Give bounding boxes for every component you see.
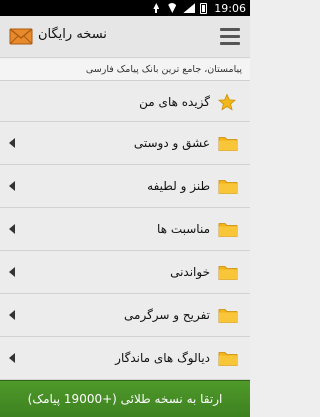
battery-icon [200,2,208,14]
list-item[interactable]: تفریح و سرگرمی [0,294,250,337]
folder-icon [218,221,238,238]
list-item-label: مناسبت ها [157,222,210,236]
app-subtitle: پیامستان، جامع ترین بانک پیامک فارسی [0,59,250,81]
category-list: گزیده های من عشق و دوستی طنز و لطیفه مناسبت… [0,82,250,380]
envelope-icon [9,28,33,45]
chevron-left-icon [9,181,15,191]
list-item-label: تفریح و سرگرمی [124,308,210,322]
wifi-icon [166,3,178,13]
folder-icon [218,307,238,324]
list-item-label: طنز و لطیفه [147,179,210,193]
status-bar: 19:06 [0,0,250,16]
upgrade-button[interactable]: ارتقا به نسخه طلائی (+19000 پیامک) [0,380,250,417]
folder-icon [218,264,238,281]
list-item-label: خواندنی [170,265,210,279]
chevron-left-icon [9,224,15,234]
hamburger-icon-line [220,35,240,38]
list-item[interactable]: مناسبت ها [0,208,250,251]
upload-icon [151,3,161,13]
chevron-left-icon [9,353,15,363]
list-item[interactable]: طنز و لطیفه [0,165,250,208]
folder-icon [218,350,238,367]
hamburger-icon-line [220,28,240,31]
app-title: نسخه رایگان [38,27,107,42]
chevron-left-icon [9,267,15,277]
star-icon [217,92,238,110]
list-item[interactable]: دیالوگ های ماندگار [0,337,250,380]
chevron-left-icon [9,310,15,320]
hamburger-icon-line [220,42,240,45]
chevron-left-icon [9,138,15,148]
folder-icon [218,178,238,195]
list-item[interactable]: عشق و دوستی [0,122,250,165]
action-bar: نسخه رایگان [0,16,250,58]
list-item[interactable]: گزیده های من [0,82,250,122]
list-item-label: عشق و دوستی [133,136,210,150]
folder-icon [218,135,238,152]
list-item[interactable]: خواندنی [0,251,250,294]
list-item-label: گزیده های من [139,94,210,109]
list-item-label: دیالوگ های ماندگار [115,351,210,365]
menu-button[interactable] [218,25,242,47]
status-time: 19:06 [214,1,246,15]
signal-icon [183,3,195,13]
